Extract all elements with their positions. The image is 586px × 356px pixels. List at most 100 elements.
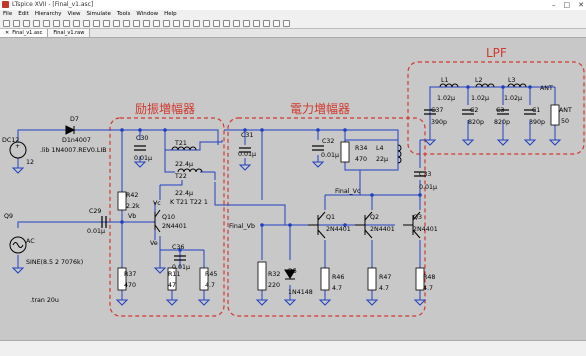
label-q9: Q9 xyxy=(4,213,13,220)
label-c30: C30 xyxy=(136,135,148,142)
label-r32-value: 220 xyxy=(268,282,280,289)
label-t22: T22 xyxy=(174,173,187,180)
component-icon[interactable] xyxy=(203,19,210,27)
mirror-icon[interactable] xyxy=(263,19,270,27)
label-q1: Q1 xyxy=(326,214,335,221)
label-r46-value: 4.7 xyxy=(332,285,342,292)
pan-icon[interactable] xyxy=(73,19,80,27)
svg-text:+: + xyxy=(15,143,20,150)
tab-schematic[interactable]: ✕ Final_v1.asc xyxy=(0,29,49,37)
control-panel-icon[interactable] xyxy=(33,19,40,27)
label-c31-value: 0.01μ xyxy=(238,151,256,158)
label-q1-value: 2N4401 xyxy=(326,226,351,233)
label-d5-value: 1N4148 xyxy=(288,289,313,296)
label-ac: AC xyxy=(26,238,35,245)
label-q3-value: 2N4401 xyxy=(413,226,438,233)
label-c33: C33 xyxy=(419,171,431,178)
resistor-r46[interactable] xyxy=(320,267,330,291)
resistor-r34[interactable] xyxy=(340,141,350,163)
label-ant-resistor: ANT xyxy=(559,107,572,114)
menu-view[interactable]: View xyxy=(64,10,83,18)
app-icon xyxy=(2,1,9,8)
window-title: LTspice XVII - [Final_v1.asc] xyxy=(12,1,94,8)
document-tabs: ✕ Final_v1.asc Final_v1.raw xyxy=(0,29,586,38)
label-dc12-value: 12 xyxy=(26,159,34,166)
cascade-icon[interactable] xyxy=(113,19,120,27)
label-c1-value: 390p xyxy=(529,119,545,126)
transistor-q10[interactable] xyxy=(154,209,161,233)
ground-icon[interactable] xyxy=(143,19,150,27)
save-icon[interactable] xyxy=(23,19,30,27)
label-lib: .lib 1N4007.REV0.LIB xyxy=(40,147,107,154)
spice-directive-icon[interactable] xyxy=(283,19,290,27)
open-icon[interactable] xyxy=(13,19,20,27)
maximize-button[interactable]: □ xyxy=(564,0,571,10)
label-r34-value: 470 xyxy=(355,156,367,163)
label-d7: D7 xyxy=(70,116,79,123)
label-final-vb: Final_Vb xyxy=(229,223,255,230)
label-l2-value: 1.02μ xyxy=(471,95,489,102)
label-final-vc: Final_Vc xyxy=(335,188,361,195)
capacitor-c32[interactable] xyxy=(312,145,324,151)
label-icon[interactable] xyxy=(153,19,160,27)
menu-edit[interactable]: Edit xyxy=(15,10,32,18)
label-dc12: DC12 xyxy=(2,137,19,144)
diode-d7[interactable] xyxy=(65,125,76,135)
label-r47-value: 4.7 xyxy=(379,285,389,292)
minimize-button[interactable]: – xyxy=(552,0,556,10)
label-l1-value: 1.02μ xyxy=(437,95,455,102)
capacitor-c30[interactable] xyxy=(134,145,146,151)
resistor-r42[interactable] xyxy=(117,191,127,211)
label-q2-value: 2N4401 xyxy=(370,226,395,233)
menu-hierarchy[interactable]: Hierarchy xyxy=(32,10,65,18)
resistor-icon[interactable] xyxy=(163,19,170,27)
close-button[interactable]: ✕ xyxy=(578,0,584,10)
window-controls: – □ ✕ xyxy=(552,0,584,10)
undo-icon[interactable] xyxy=(233,19,240,27)
move-icon[interactable] xyxy=(213,19,220,27)
label-r47: R47 xyxy=(379,274,391,281)
label-q10-value: 2N4401 xyxy=(162,223,187,230)
text-icon[interactable] xyxy=(273,19,280,27)
menu-window[interactable]: Window xyxy=(133,10,161,18)
label-c36-value: 0.01μ xyxy=(172,264,190,271)
zoom-fit-icon[interactable] xyxy=(93,19,100,27)
label-q3: Q3 xyxy=(413,214,422,221)
label-r46: R46 xyxy=(332,274,344,281)
label-r32: R32 xyxy=(268,271,280,278)
resistor-ant[interactable] xyxy=(550,104,560,126)
new-icon[interactable] xyxy=(3,19,10,27)
resistor-r47[interactable] xyxy=(367,267,377,291)
menu-simulate[interactable]: Simulate xyxy=(84,10,114,18)
rotate-icon[interactable] xyxy=(253,19,260,27)
zoom-in-icon[interactable] xyxy=(63,19,70,27)
label-r48-value: 4.7 xyxy=(423,285,433,292)
inductor-t22[interactable] xyxy=(177,168,203,173)
drag-icon[interactable] xyxy=(223,19,230,27)
menu-help[interactable]: Help xyxy=(161,10,180,18)
tab-waveform[interactable]: Final_v1.raw xyxy=(48,29,91,37)
inductor-icon[interactable] xyxy=(183,19,190,27)
label-r48: R48 xyxy=(423,274,435,281)
wire-icon[interactable] xyxy=(133,19,140,27)
close-window-icon[interactable] xyxy=(123,19,130,27)
zoom-out-icon[interactable] xyxy=(83,19,90,27)
tab-close-icon[interactable]: ✕ xyxy=(5,29,9,37)
resistor-r32[interactable] xyxy=(257,261,267,291)
label-l2: L2 xyxy=(475,77,483,84)
tile-icon[interactable] xyxy=(103,19,110,27)
label-r45-value: 4.7 xyxy=(205,282,215,289)
label-t22-value: 22.4μ xyxy=(175,190,193,197)
redo-icon[interactable] xyxy=(243,19,250,27)
schematic-canvas[interactable]: 励振増幅器 電力増幅器 LPF + D7 D1n4007 DC12 .lib 1… xyxy=(0,38,586,340)
label-r11-value: 47 xyxy=(168,282,176,289)
run-icon[interactable] xyxy=(43,19,50,27)
label-c37-value: 390p xyxy=(431,119,447,126)
halt-icon[interactable] xyxy=(53,19,60,27)
capacitor-icon[interactable] xyxy=(173,19,180,27)
menu-file[interactable]: File xyxy=(0,10,15,18)
diode-icon[interactable] xyxy=(193,19,200,27)
label-r37-value: 470 xyxy=(124,282,136,289)
label-sine: SINE(8.5 2 7076k) xyxy=(26,259,83,266)
menu-tools[interactable]: Tools xyxy=(114,10,134,18)
